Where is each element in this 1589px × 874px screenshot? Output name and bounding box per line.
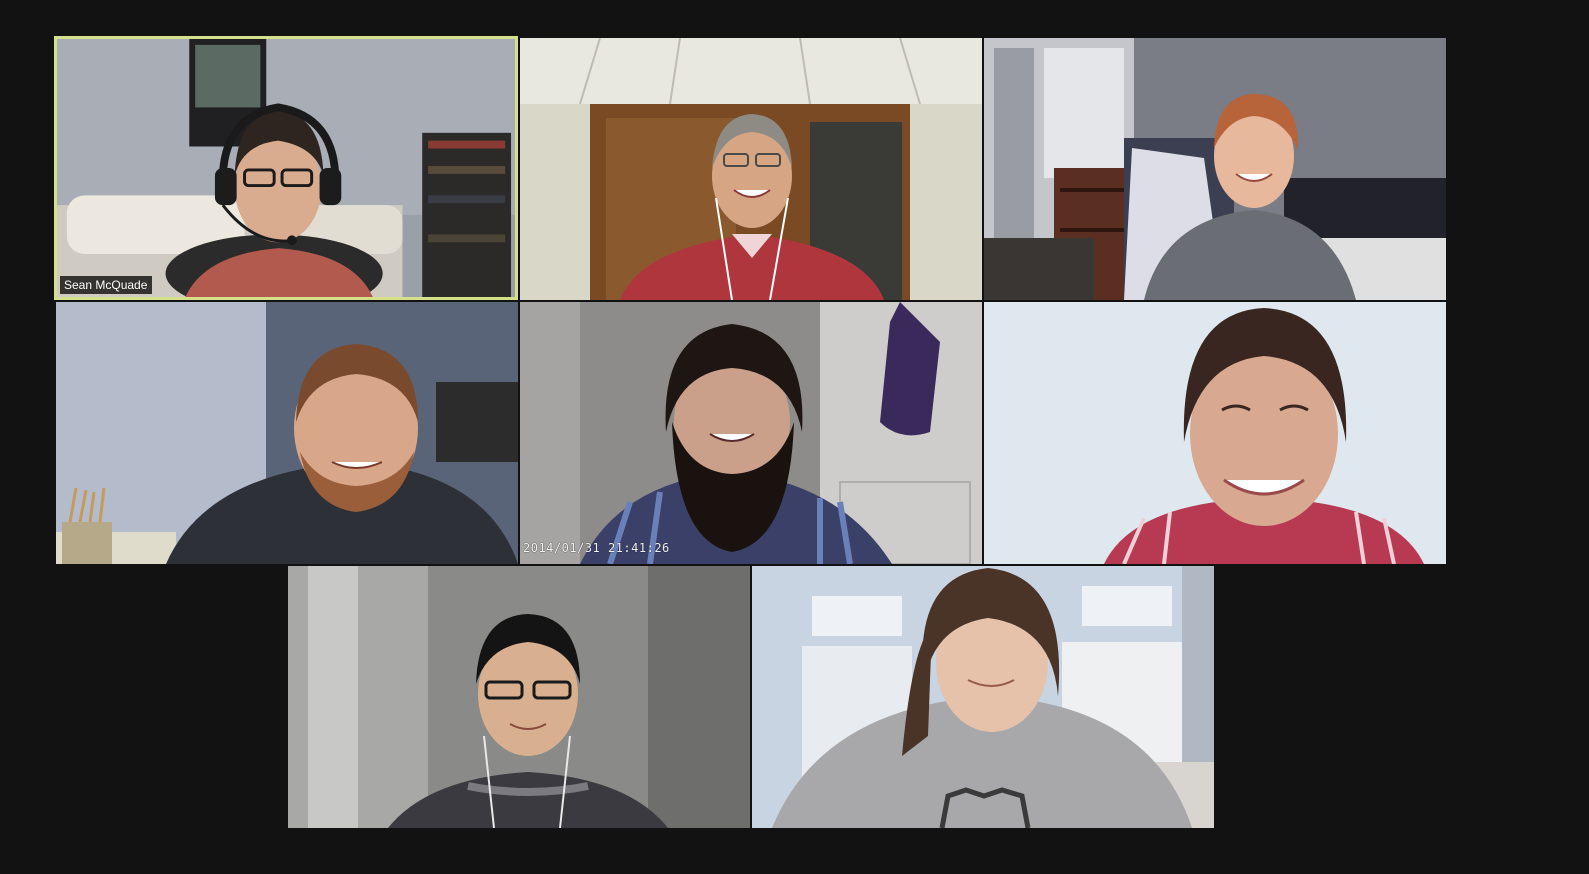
video-tile-active-speaker[interactable]: Sean McQuade xyxy=(54,36,518,300)
video-tile[interactable]: 2014/01/31 21:41:26 xyxy=(520,302,982,564)
participant-video xyxy=(288,566,750,828)
camera-timestamp-overlay: 2014/01/31 21:41:26 xyxy=(523,541,670,555)
participant-video xyxy=(57,39,515,297)
video-tile[interactable] xyxy=(56,302,518,564)
participant-video xyxy=(984,302,1446,564)
participant-video xyxy=(752,566,1214,828)
video-tile[interactable] xyxy=(288,566,750,828)
video-tile[interactable] xyxy=(984,38,1446,300)
video-tile[interactable] xyxy=(520,38,982,300)
participant-video xyxy=(984,38,1446,300)
participant-video xyxy=(520,38,982,300)
participant-video xyxy=(520,302,982,564)
participant-video xyxy=(56,302,518,564)
participant-name-label: Sean McQuade xyxy=(60,276,153,294)
video-tile[interactable] xyxy=(752,566,1214,828)
video-tile[interactable] xyxy=(984,302,1446,564)
gallery-view: Sean McQuade 2014/01/31 21:41:26 xyxy=(0,0,1589,874)
